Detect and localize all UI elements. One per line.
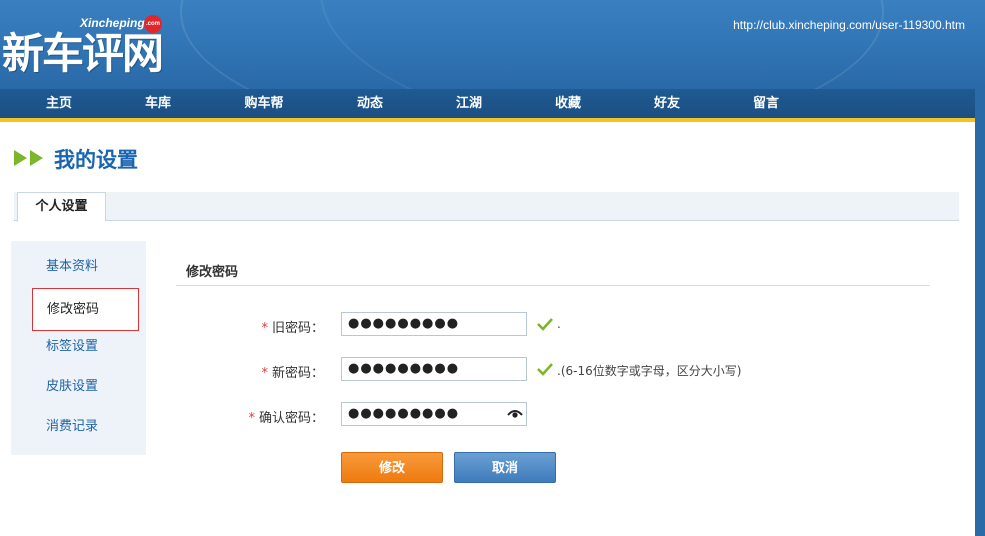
logo-text: 新车评网 [2, 29, 164, 78]
check-icon [537, 363, 553, 376]
old-password-label: * 旧密码： [174, 317, 324, 336]
section-title: 修改密码 [176, 261, 930, 286]
nav-item-messages[interactable]: 留言 [736, 89, 796, 118]
sidebar-item-consumption-records[interactable]: 消费记录 [11, 407, 146, 447]
submit-button[interactable]: 修改 [341, 452, 443, 483]
confirm-password-label: * 确认密码： [174, 407, 324, 426]
confirm-password-label-text: 确认密码： [258, 411, 324, 426]
site-header: Xincheping .com 新车评网 http://club.xinchep… [0, 0, 985, 89]
nav-item-activity[interactable]: 动态 [340, 89, 400, 118]
new-password-input[interactable]: ●●●●●●●●● [341, 357, 527, 381]
sidebar-item-change-password[interactable]: 修改密码 [32, 288, 139, 331]
nav-item-favorites[interactable]: 收藏 [538, 89, 598, 118]
double-arrow-icon [14, 150, 43, 166]
cancel-button[interactable]: 取消 [454, 452, 556, 483]
new-password-hint: .(6-16位数字或字母，区分大小写) [557, 364, 742, 378]
nav-item-garage[interactable]: 车库 [128, 89, 188, 118]
logo-subtitle: Xincheping [80, 16, 145, 30]
sidebar-item-tag-settings[interactable]: 标签设置 [11, 327, 146, 367]
settings-sidebar: 基本资料 修改密码 标签设置 皮肤设置 消费记录 [11, 241, 146, 455]
required-mark: * [261, 366, 268, 381]
required-mark: * [248, 411, 255, 426]
old-password-input[interactable]: ●●●●●●●●● [341, 312, 527, 336]
confirm-password-input[interactable]: ●●●●●●●●● [341, 402, 527, 426]
main-nav: 主页 车库 购车帮 动态 江湖 收藏 好友 留言 [0, 89, 975, 122]
main-content: 我的设置 个人设置 基本资料 修改密码 标签设置 皮肤设置 消费记录 修改密码 … [0, 122, 975, 536]
old-password-hint: . [557, 317, 561, 331]
sidebar-item-basic-info[interactable]: 基本资料 [11, 247, 146, 287]
nav-item-friends[interactable]: 好友 [637, 89, 697, 118]
header-decoration [320, 0, 985, 89]
sidebar-item-skin-settings[interactable]: 皮肤设置 [11, 367, 146, 407]
site-logo[interactable]: Xincheping .com 新车评网 [2, 12, 172, 82]
tab-personal-settings[interactable]: 个人设置 [17, 192, 106, 222]
nav-item-community[interactable]: 江湖 [439, 89, 499, 118]
new-password-label: * 新密码： [174, 362, 324, 381]
page-url: http://club.xincheping.com/user-119300.h… [733, 18, 965, 32]
required-mark: * [261, 321, 268, 336]
eye-icon[interactable] [507, 409, 523, 419]
tab-bar: 个人设置 [14, 192, 959, 222]
old-password-label-text: 旧密码： [271, 321, 324, 336]
nav-item-buying-help[interactable]: 购车帮 [234, 89, 294, 118]
nav-item-home[interactable]: 主页 [29, 89, 89, 118]
page-title: 我的设置 [54, 148, 138, 172]
new-password-label-text: 新密码： [271, 366, 324, 381]
check-icon [537, 318, 553, 331]
